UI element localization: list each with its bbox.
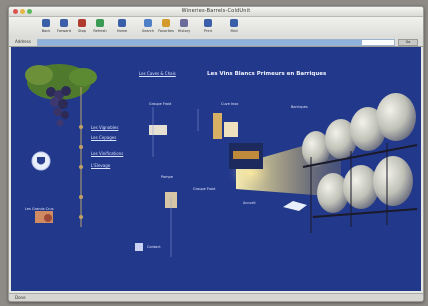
search-button[interactable]: Search	[139, 18, 157, 36]
forward-arrow-icon	[60, 19, 68, 27]
address-label: Address	[15, 39, 31, 44]
nav-link-vinifications[interactable]: Les Vinifications	[91, 151, 123, 156]
barrel-rack-image	[302, 93, 418, 233]
refresh-icon	[96, 19, 104, 27]
grape-cluster-image	[25, 64, 97, 127]
forward-button[interactable]: Forward	[55, 18, 73, 36]
stop-button[interactable]: Stop	[73, 18, 91, 36]
mail-icon	[230, 19, 238, 27]
barrel-label: Barriques	[291, 105, 308, 109]
title-bar: Wineries-Barrels-ColdUnit	[9, 7, 423, 17]
crest-logo	[31, 151, 51, 171]
history-button[interactable]: History	[175, 18, 193, 36]
toolbar-button-label: Home	[116, 29, 128, 33]
favorites-button[interactable]: Favorites	[157, 18, 175, 36]
page-artwork	[25, 64, 418, 257]
print-button[interactable]: Print	[199, 18, 217, 36]
address-bar: Address Go	[9, 37, 423, 47]
contact-icon[interactable]	[135, 243, 143, 251]
cow-image[interactable]	[149, 125, 167, 135]
address-input[interactable]	[37, 39, 395, 46]
toolbar-button-label: Mail	[230, 29, 238, 33]
page-heading: Les Vins Blancs Primeurs en Barriques	[207, 71, 327, 77]
browser-window: Wineries-Barrels-ColdUnit Back Forward Sto…	[8, 6, 424, 302]
grands-crus-text: Les Grands Crus	[25, 207, 54, 211]
window-title: Wineries-Barrels-ColdUnit	[181, 8, 251, 14]
cold-unit-caption: Groupe Froid	[193, 187, 216, 191]
nav-link-elevage[interactable]: L'Elevage	[91, 163, 110, 168]
nav-link-vignobles[interactable]: Les Vignobles	[91, 125, 118, 130]
stop-icon	[78, 19, 86, 27]
load-progress-bar	[38, 40, 362, 45]
toolbar-button-label: History	[177, 29, 191, 33]
fish-caption: Accueil	[243, 201, 256, 205]
print-icon	[204, 19, 212, 27]
toolbar-button-label: Print	[203, 29, 213, 33]
favorites-icon	[162, 19, 170, 27]
bottle-image[interactable]	[213, 113, 222, 139]
pump-label: Pompe	[161, 175, 173, 179]
toolbar: Back Forward Stop Refresh Home Search Favorite…	[9, 17, 423, 37]
cold-unit-label: Groupe Froid	[149, 102, 172, 106]
subheading-link[interactable]: Les Caves & Chais	[139, 71, 176, 76]
cuve-label: Cuve Inox	[221, 102, 239, 106]
go-button[interactable]: Go	[398, 39, 418, 46]
nav-link-cepages[interactable]: Les Cepages	[91, 135, 116, 140]
fish-image[interactable]	[283, 201, 307, 211]
history-icon	[180, 19, 188, 27]
contact-link[interactable]: Contact	[147, 245, 161, 249]
mail-button[interactable]: Mail	[225, 18, 243, 36]
back-arrow-icon	[42, 19, 50, 27]
status-text: Done	[15, 295, 26, 300]
status-bar: Done	[9, 293, 423, 301]
search-icon	[144, 19, 152, 27]
refresh-button[interactable]: Refresh	[91, 18, 109, 36]
home-icon	[118, 19, 126, 27]
back-button[interactable]: Back	[37, 18, 55, 36]
web-page-content: Les Vins Blancs Primeurs en Barriques Le…	[11, 47, 421, 291]
home-button[interactable]: Home	[113, 18, 131, 36]
